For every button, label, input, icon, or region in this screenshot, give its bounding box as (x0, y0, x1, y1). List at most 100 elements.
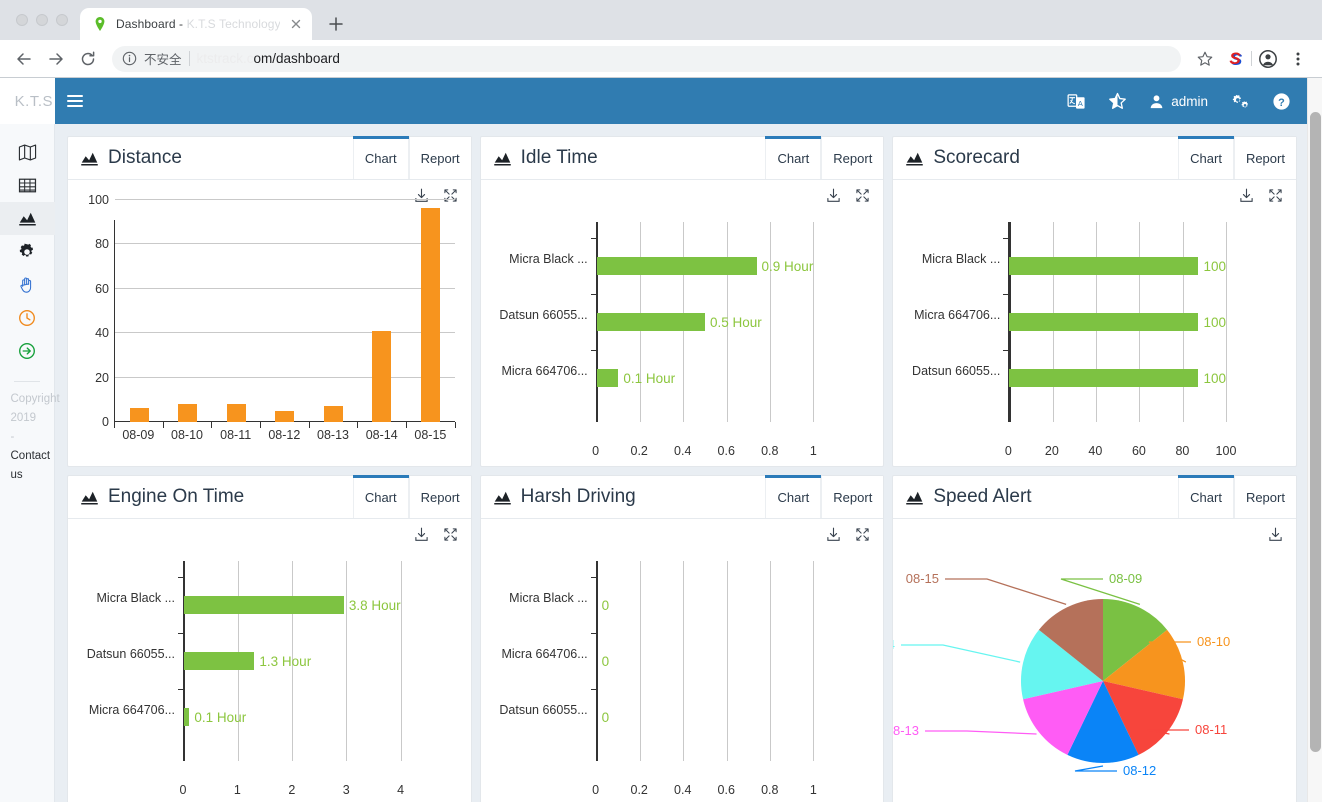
half-star-icon[interactable] (1108, 92, 1127, 111)
reload-icon[interactable] (74, 45, 102, 73)
tab-report[interactable]: Report (821, 476, 884, 518)
panel-title: Harsh Driving (481, 476, 766, 518)
user-icon (1150, 94, 1163, 108)
bar[interactable] (596, 313, 705, 331)
widget-grid: Distance Chart Report 0 20 40 60 80 100 08-09… (63, 132, 1301, 802)
download-icon[interactable] (1267, 526, 1284, 543)
bar-column (261, 220, 310, 422)
tab-chart[interactable]: Chart (765, 475, 822, 518)
sidebar-item-map[interactable] (0, 136, 55, 169)
chart-toolbar (1238, 187, 1284, 204)
bar[interactable] (129, 407, 149, 422)
expand-icon[interactable] (442, 187, 459, 204)
browser-chrome: Dashboard - K.T.S Technology 不安全 ktstrac… (0, 0, 1322, 78)
category-label: Micra Black ... (921, 252, 1001, 266)
horizontal-bar-chart: Micra Black ... 0 Micra 664706... 0 Dats… (481, 553, 884, 801)
browser-tab[interactable]: Dashboard - K.T.S Technology (80, 8, 312, 40)
sidebar-item-logout[interactable] (0, 334, 55, 367)
tab-report[interactable]: Report (821, 137, 884, 179)
download-icon[interactable] (825, 187, 842, 204)
download-icon[interactable] (1238, 187, 1255, 204)
window-controls[interactable] (10, 0, 80, 40)
bar[interactable] (372, 330, 392, 422)
bar[interactable] (226, 404, 246, 422)
x-tick-label: 20 (1044, 444, 1059, 458)
bar[interactable] (1009, 313, 1199, 331)
tab-chart[interactable]: Chart (352, 475, 409, 518)
category-label: Micra Black ... (509, 591, 588, 605)
bar-row: Micra 664706... 0.1 Hour (89, 703, 401, 726)
scrollbar-thumb[interactable] (1310, 112, 1321, 752)
back-arrow-icon[interactable] (10, 45, 38, 73)
bar-column (406, 207, 455, 422)
panel-tabs: Chart Report (1178, 136, 1296, 179)
forward-arrow-icon[interactable] (42, 45, 70, 73)
bar-row: Micra 664706... 100 (914, 308, 1226, 331)
gears-icon[interactable] (1230, 92, 1250, 111)
value-label: 0.1 Hour (194, 709, 247, 725)
user-menu[interactable]: admin (1149, 94, 1208, 109)
help-circle-icon[interactable]: ? (1272, 92, 1291, 111)
x-tick-label: 0.4 (674, 783, 692, 797)
value-label: 0.9 Hour (761, 258, 814, 274)
hamburger-icon[interactable] (67, 95, 83, 107)
bar[interactable] (420, 207, 440, 422)
x-tick-label: 08-12 (268, 428, 301, 442)
tab-report[interactable]: Report (408, 137, 471, 179)
profile-avatar-icon[interactable] (1254, 45, 1282, 73)
close-icon[interactable] (288, 16, 304, 32)
extension-icon[interactable]: S (1221, 45, 1249, 73)
navbar-actions: A admin ? (1067, 92, 1291, 111)
window-minimize-dot[interactable] (36, 14, 48, 26)
bar[interactable] (1009, 257, 1199, 275)
bar[interactable] (1009, 369, 1199, 387)
expand-icon[interactable] (442, 526, 459, 543)
page-scrollbar[interactable] (1307, 78, 1322, 802)
panel-body: Micra Black ... 0.9 Hour Datsun 66055...… (481, 180, 884, 466)
bar[interactable] (178, 404, 198, 422)
address-bar[interactable]: 不安全 ktstrack.com/dashboard (112, 45, 1181, 72)
bar[interactable] (184, 596, 344, 614)
tab-chart[interactable]: Chart (765, 136, 822, 179)
bar[interactable] (184, 652, 255, 670)
contact-link-line1[interactable]: Contact (11, 447, 55, 466)
download-icon[interactable] (413, 526, 430, 543)
x-tick-label: 4 (397, 783, 405, 797)
sidebar-item-table[interactable] (0, 169, 55, 202)
tab-report[interactable]: Report (408, 476, 471, 518)
tab-chart[interactable]: Chart (1178, 475, 1234, 518)
window-close-dot[interactable] (16, 14, 28, 26)
tab-report[interactable]: Report (1233, 137, 1296, 179)
new-tab-button[interactable] (322, 10, 350, 38)
sidebar-item-clock[interactable] (0, 301, 55, 334)
x-tick-label: 0.2 (630, 783, 648, 797)
gridline (1225, 222, 1227, 422)
tab-report[interactable]: Report (1233, 476, 1296, 518)
three-dot-menu-icon[interactable] (1284, 45, 1312, 73)
expand-icon[interactable] (854, 526, 871, 543)
panel-body: Micra Black ... 3.8 Hour Datsun 66055...… (68, 519, 471, 802)
sidebar-item-chart[interactable] (0, 202, 55, 235)
x-tickmark (454, 422, 456, 428)
expand-icon[interactable] (854, 187, 871, 204)
sidebar-item-hand[interactable] (0, 268, 55, 301)
download-icon[interactable] (825, 526, 842, 543)
translate-icon[interactable]: A (1067, 92, 1086, 111)
tab-chart[interactable]: Chart (352, 136, 409, 179)
download-icon[interactable] (413, 187, 430, 204)
sidebar-item-settings[interactable] (0, 235, 55, 268)
star-icon[interactable] (1191, 45, 1219, 73)
bar[interactable] (596, 257, 757, 275)
gridline (400, 561, 402, 761)
tab-chart[interactable]: Chart (1178, 136, 1234, 179)
window-maximize-dot[interactable] (56, 14, 68, 26)
panel-title-text: Engine On Time (108, 486, 245, 507)
bar[interactable] (184, 708, 190, 726)
bar[interactable] (323, 406, 343, 422)
info-circle-icon[interactable] (122, 51, 137, 66)
bar[interactable] (275, 410, 295, 422)
contact-link-line2[interactable]: us (11, 466, 55, 485)
bar[interactable] (596, 369, 619, 387)
expand-icon[interactable] (1267, 187, 1284, 204)
gridline (813, 222, 815, 422)
